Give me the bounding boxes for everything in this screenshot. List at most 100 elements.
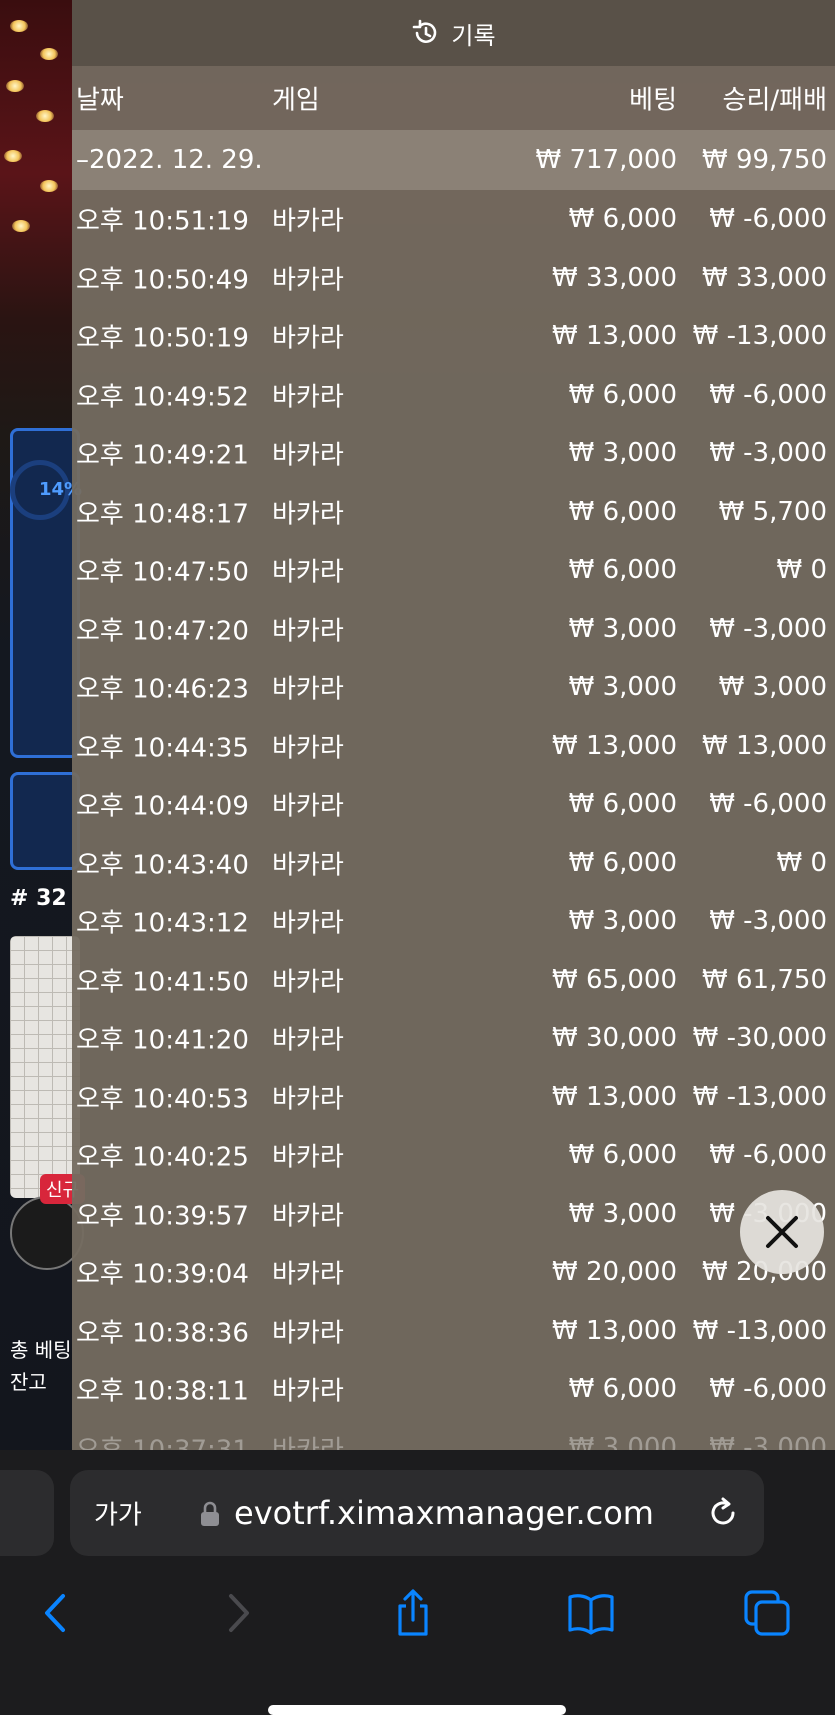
row-game: 바카라 [272, 733, 344, 764]
row-win-loss: ₩ 0 [776, 555, 827, 586]
share-icon[interactable] [388, 1588, 438, 1638]
column-headers: 날짜 게임 베팅 승리/패배 [72, 66, 835, 130]
address-bar[interactable]: 가가 evotrf.ximaxmanager.com [70, 1470, 764, 1556]
row-time: 오후 10:41:20 [76, 1025, 249, 1056]
row-game: 바카라 [272, 323, 344, 354]
row-time: 오후 10:51:19 [76, 206, 249, 237]
row-win-loss: ₩ 0 [776, 847, 827, 878]
previous-tab-pill[interactable] [0, 1470, 54, 1556]
page-settings-button[interactable]: 가가 [94, 1495, 142, 1532]
bookmarks-icon[interactable] [566, 1588, 616, 1638]
row-time: 오후 10:44:35 [76, 733, 249, 764]
row-bet: ₩ 6,000 [568, 555, 677, 586]
row-game: 바카라 [272, 557, 344, 588]
row-bet: ₩ 6,000 [568, 847, 677, 878]
row-game: 바카라 [272, 1084, 344, 1115]
row-win-loss: ₩ -3,000 [709, 438, 827, 469]
row-time: 오후 10:43:12 [76, 908, 249, 939]
transaction-row: 오후 10:51:19 바카라 ₩ 6,000 ₩ -6,000 [72, 190, 835, 249]
row-win-loss: ₩ -13,000 [692, 321, 827, 352]
row-game: 바카라 [272, 1259, 344, 1290]
row-time: 오후 10:44:09 [76, 791, 249, 822]
row-win-loss: ₩ -30,000 [692, 1023, 827, 1054]
roadmap-grid [10, 936, 80, 1198]
history-clock-icon [413, 19, 437, 43]
row-bet: ₩ 13,000 [552, 1315, 677, 1346]
side-bet-panel[interactable] [10, 772, 80, 870]
stage-lights [0, 0, 80, 260]
transaction-list: 오후 10:51:19 바카라 ₩ 6,000 ₩ -6,000 오후 10:50:49… [72, 190, 835, 1450]
row-time: 오후 10:41:50 [76, 967, 249, 998]
transaction-row: 오후 10:49:21 바카라 ₩ 3,000 ₩ -3,000 [72, 424, 835, 483]
row-game: 바카라 [272, 382, 344, 413]
row-bet: ₩ 3,000 [568, 906, 677, 937]
row-win-loss: ₩ -13,000 [692, 1081, 827, 1112]
url-text: evotrf.ximaxmanager.com [234, 1494, 654, 1532]
transaction-row: 오후 10:40:25 바카라 ₩ 6,000 ₩ -6,000 [72, 1126, 835, 1185]
row-bet: ₩ 13,000 [552, 321, 677, 352]
row-time: 오후 10:38:11 [76, 1376, 249, 1407]
history-header: 기록 [72, 0, 835, 66]
balance-label: 잔고 [10, 1370, 47, 1394]
close-button[interactable] [740, 1190, 824, 1274]
transaction-row: 오후 10:44:09 바카라 ₩ 6,000 ₩ -6,000 [72, 775, 835, 834]
lock-icon [201, 1501, 219, 1526]
row-time: 오후 10:50:19 [76, 323, 249, 354]
row-win-loss: ₩ -13,000 [692, 1315, 827, 1346]
transaction-row: 오후 10:40:53 바카라 ₩ 13,000 ₩ -13,000 [72, 1068, 835, 1127]
home-indicator [268, 1705, 566, 1715]
row-win-loss: ₩ 5,700 [718, 496, 827, 527]
row-game: 바카라 [272, 206, 344, 237]
row-time: 오후 10:38:36 [76, 1318, 249, 1349]
row-win-loss: ₩ 33,000 [702, 262, 827, 293]
row-time: 오후 10:39:04 [76, 1259, 249, 1290]
transaction-row: 오후 10:39:04 바카라 ₩ 20,000 ₩ 20,000 [72, 1243, 835, 1302]
row-bet: ₩ 3,000 [568, 613, 677, 644]
row-bet: ₩ 30,000 [552, 1023, 677, 1054]
row-bet: ₩ 20,000 [552, 1257, 677, 1288]
row-bet: ₩ 6,000 [568, 379, 677, 410]
tabs-icon[interactable] [742, 1588, 792, 1638]
reload-icon[interactable] [706, 1496, 740, 1530]
row-game: 바카라 [272, 908, 344, 939]
row-time: 오후 10:50:49 [76, 265, 249, 296]
row-time: 오후 10:37:31 [76, 1429, 249, 1450]
row-time: 오후 10:49:21 [76, 440, 249, 471]
row-bet: ₩ 65,000 [552, 964, 677, 995]
row-time: 오후 10:46:23 [76, 674, 249, 705]
close-icon [766, 1216, 798, 1248]
transaction-row: 오후 10:38:11 바카라 ₩ 6,000 ₩ -6,000 [72, 1360, 835, 1419]
back-icon[interactable] [32, 1588, 82, 1638]
row-bet: ₩ 6,000 [568, 496, 677, 527]
transaction-row: 오후 10:39:57바카라₩ 3,000₩ -3,000 [72, 1185, 835, 1244]
row-game: 바카라 [272, 440, 344, 471]
row-game: 바카라 [272, 1025, 344, 1056]
transaction-row: 오후 10:37:31 바카라 ₩ 3,000 ₩ -3,000 [72, 1419, 835, 1450]
total-bet-label: 총 베팅 [10, 1338, 72, 1362]
transaction-row: 오후 10:49:52 바카라 ₩ 6,000 ₩ -6,000 [72, 366, 835, 425]
row-time: 오후 10:47:50 [76, 557, 249, 588]
row-game: 바카라 [272, 674, 344, 705]
row-win-loss: ₩ -3,000 [709, 613, 827, 644]
row-time: 오후 10:48:17 [76, 499, 249, 530]
col-date: 날짜 [76, 85, 124, 116]
col-bet: 베팅 [629, 85, 677, 116]
row-time: 오후 10:39:57 [76, 1201, 249, 1232]
row-bet: ₩ 6,000 [568, 204, 677, 235]
row-win-loss: ₩ 3,000 [718, 672, 827, 703]
round-number: # 32 [10, 886, 67, 911]
row-bet: ₩ 33,000 [552, 262, 677, 293]
row-bet: ₩ 6,000 [568, 789, 677, 820]
row-game: 바카라 [272, 791, 344, 822]
summary-date: –2022. 12. 29. [76, 145, 263, 175]
transaction-row: 오후 10:50:49 바카라 ₩ 33,000 ₩ 33,000 [72, 249, 835, 308]
row-win-loss: ₩ -6,000 [709, 1140, 827, 1171]
transaction-row: 오후 10:48:17 바카라 ₩ 6,000 ₩ 5,700 [72, 483, 835, 542]
percent-indicator: 14% [10, 460, 82, 520]
date-summary-row[interactable]: –2022. 12. 29. ₩ 717,000 ₩ 99,750 [72, 130, 835, 190]
row-bet: ₩ 13,000 [552, 730, 677, 761]
row-bet: ₩ 6,000 [568, 1140, 677, 1171]
row-time: 오후 10:49:52 [76, 382, 249, 413]
forward-icon[interactable] [212, 1588, 262, 1638]
row-win-loss: ₩ -6,000 [709, 379, 827, 410]
